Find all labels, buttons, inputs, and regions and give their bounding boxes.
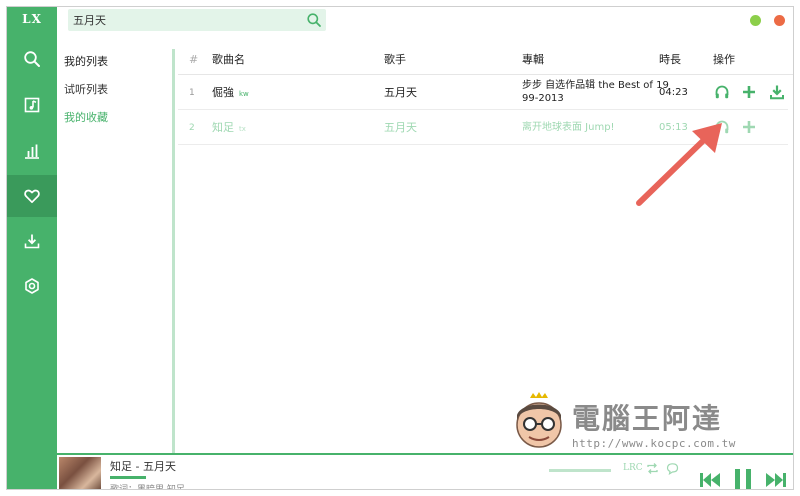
song-singer: 五月天 (384, 86, 417, 99)
watermark-title: 電腦王阿達 (572, 402, 723, 435)
nav-downloads[interactable] (7, 220, 57, 262)
comment-icon[interactable] (666, 462, 679, 475)
row-index: 2 (189, 123, 195, 133)
progress-bar[interactable] (110, 476, 146, 479)
add-icon[interactable] (741, 119, 757, 135)
search-icon[interactable] (306, 12, 322, 28)
column-actions: 操作 (713, 53, 735, 66)
download-icon[interactable] (769, 84, 785, 100)
column-name: 歌曲名 (212, 53, 245, 66)
close-button[interactable] (774, 15, 785, 26)
minimize-button[interactable] (750, 15, 761, 26)
repeat-icon[interactable] (646, 462, 659, 475)
my-lists-panel: 我的列表 试听列表 我的收藏 (57, 49, 175, 453)
song-name: 知足 tx (212, 121, 246, 136)
nav-favorites[interactable] (7, 175, 57, 217)
column-index: # (189, 53, 199, 66)
app-window: LX 我的列表 试听列表 我的收藏 # 歌曲名 歌手 (6, 6, 794, 490)
song-name: 倔強 kw (212, 86, 249, 101)
song-duration: 04:23 (659, 87, 688, 98)
column-singer: 歌手 (384, 53, 406, 66)
lrc-toggle[interactable]: LRC (623, 463, 643, 473)
settings-icon (25, 278, 39, 294)
previous-track-icon[interactable] (699, 471, 721, 489)
song-name-text: 倔強 (212, 86, 234, 99)
nav-search[interactable] (7, 38, 57, 80)
watermark-url: http://www.kocpc.com.tw (572, 437, 736, 450)
player-lyric-line: 歌词：黑暗里 知足 (110, 485, 185, 490)
column-album: 專輯 (522, 53, 544, 66)
bar-chart-icon (25, 144, 39, 159)
table-row[interactable]: 1 倔強 kw 五月天 步步 自选作品辑 the Best of 19 99-20… (178, 75, 788, 110)
app-logo: LX (22, 12, 42, 26)
nav-leaderboard[interactable] (7, 130, 57, 172)
song-album-line1: 步步 自选作品辑 the Best of 19 (522, 80, 669, 91)
song-singer: 五月天 (384, 121, 417, 134)
album-cover[interactable] (59, 457, 101, 489)
search-input[interactable] (68, 9, 300, 31)
player-bar: 知足 - 五月天 歌词：黑暗里 知足 LRC (57, 453, 793, 490)
song-album-line2: 99-2013 (522, 93, 564, 104)
nav-rail: LX (7, 7, 57, 489)
quality-tag: tx (239, 125, 246, 133)
list-item-trial[interactable]: 试听列表 (64, 80, 108, 100)
watermark: 電腦王阿達 http://www.kocpc.com.tw (504, 389, 768, 459)
song-album: 离开地球表面 Jump! (522, 122, 615, 133)
search-icon (24, 51, 40, 67)
player-song-title: 知足 - 五月天 (110, 460, 176, 473)
search-box (68, 9, 326, 31)
volume-slider[interactable] (549, 469, 611, 472)
music-note-icon (24, 97, 40, 113)
add-icon[interactable] (741, 84, 757, 100)
nav-settings[interactable] (7, 265, 57, 307)
my-lists-header: 我的列表 (64, 55, 108, 68)
pause-icon[interactable] (733, 468, 753, 490)
column-duration: 時長 (659, 53, 681, 66)
song-name-text: 知足 (212, 121, 234, 134)
mascot-logo-icon (516, 392, 562, 448)
song-table-header: # 歌曲名 歌手 專輯 時長 操作 (178, 49, 793, 75)
row-index: 1 (189, 88, 195, 98)
annotation-arrow-icon (636, 123, 722, 206)
heart-icon (24, 189, 40, 204)
quality-tag: kw (239, 90, 249, 98)
nav-songlist[interactable] (7, 84, 57, 126)
list-item-favorites[interactable]: 我的收藏 (64, 108, 108, 128)
listen-icon[interactable] (714, 84, 730, 100)
download-icon (24, 234, 40, 249)
next-track-icon[interactable] (765, 471, 787, 489)
